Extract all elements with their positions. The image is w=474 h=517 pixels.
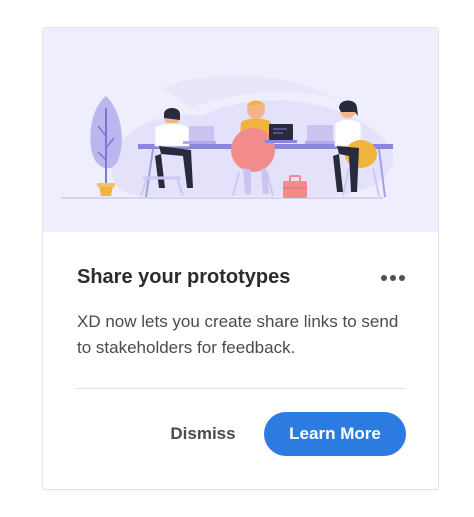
more-options-button[interactable]	[378, 269, 408, 287]
card-description: XD now lets you create share links to se…	[77, 312, 399, 357]
team-illustration	[43, 28, 438, 232]
info-card: Share your prototypes XD now lets you cr…	[42, 27, 439, 490]
learn-more-button[interactable]: Learn More	[264, 412, 406, 456]
divider	[76, 388, 405, 389]
more-horizontal-icon	[399, 275, 405, 281]
card-title: Share your prototypes	[77, 266, 291, 288]
illustration-graphic	[61, 75, 394, 199]
more-horizontal-icon	[390, 275, 396, 281]
dismiss-button[interactable]: Dismiss	[153, 413, 253, 455]
more-horizontal-icon	[381, 275, 387, 281]
